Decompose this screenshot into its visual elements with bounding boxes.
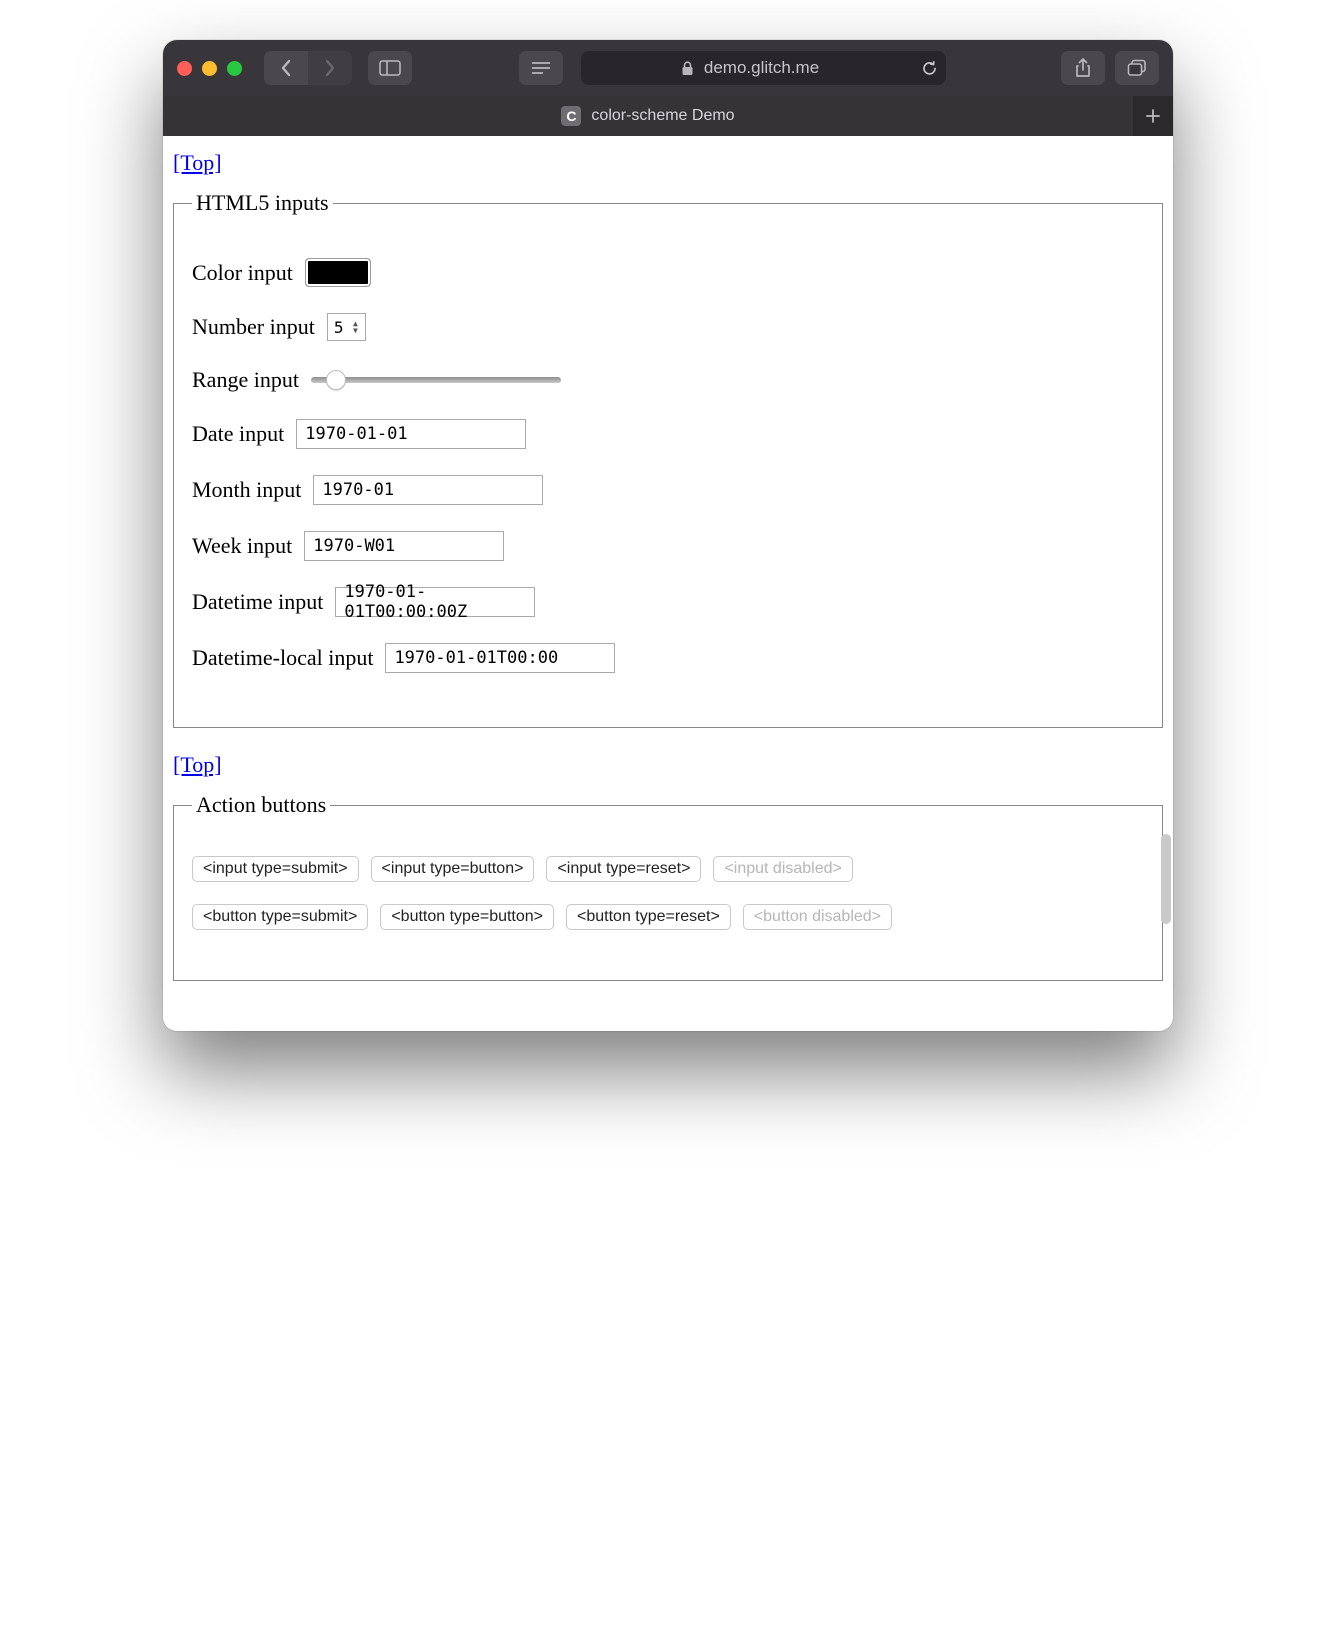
datetime-local-input-label: Datetime-local input [192,645,373,671]
range-input-label: Range input [192,367,299,393]
tab-bar: C color-scheme Demo [163,96,1173,136]
input-button-button[interactable]: <input type=button> [371,856,535,882]
chevron-down-icon[interactable]: ▼ [353,327,358,334]
reader-button[interactable] [519,51,563,85]
fieldset-html5-inputs: HTML5 inputs Color input Number input 5 … [173,190,1163,728]
legend-html5-inputs: HTML5 inputs [192,190,333,216]
new-tab-button[interactable] [1133,96,1173,136]
close-window-button[interactable] [177,61,192,76]
month-input-label: Month input [192,477,301,503]
week-input-value: 1970-W01 [313,536,395,556]
tab-title: color-scheme Demo [591,107,734,125]
lock-icon [681,61,694,76]
number-stepper[interactable]: ▲ ▼ [347,320,363,334]
window-controls [177,61,242,76]
top-link[interactable]: [Top] [173,150,222,176]
nav-buttons [264,51,352,85]
input-submit-button[interactable]: <input type=submit> [192,856,359,882]
month-input-value: 1970-01 [322,480,394,500]
range-thumb[interactable] [326,370,346,390]
color-input-label: Color input [192,260,293,286]
minimize-window-button[interactable] [202,61,217,76]
datetime-input-value: 1970-01-01T00:00:00Z [344,582,526,622]
sidebar-toggle-button[interactable] [368,51,412,85]
month-input[interactable]: 1970-01 [313,475,543,505]
week-input-label: Week input [192,533,292,559]
forward-button[interactable] [308,51,352,85]
browser-window: demo.glitch.me C color-scheme Demo [Top]… [163,40,1173,1031]
button-button-button[interactable]: <button type=button> [380,904,554,930]
tab-favicon: C [561,106,581,126]
reload-icon[interactable] [921,60,938,77]
address-bar[interactable]: demo.glitch.me [581,51,946,85]
legend-action-buttons: Action buttons [192,792,330,818]
browser-tab[interactable]: C color-scheme Demo [163,96,1133,136]
back-button[interactable] [264,51,308,85]
input-disabled-button: <input disabled> [713,856,852,882]
scrollbar-thumb[interactable] [1161,834,1171,924]
button-disabled-button: <button disabled> [743,904,892,930]
datetime-local-input[interactable]: 1970-01-01T00:00 [385,643,615,673]
fieldset-action-buttons: Action buttons <input type=submit> <inpu… [173,792,1163,981]
range-input[interactable] [311,377,561,383]
button-submit-button[interactable]: <button type=submit> [192,904,368,930]
page-content: [Top] HTML5 inputs Color input Number in… [163,136,1173,1031]
date-input[interactable]: 1970-01-01 [296,419,526,449]
number-input-label: Number input [192,314,315,340]
number-input[interactable]: 5 ▲ ▼ [327,313,367,341]
input-reset-button[interactable]: <input type=reset> [546,856,701,882]
maximize-window-button[interactable] [227,61,242,76]
button-reset-button[interactable]: <button type=reset> [566,904,731,930]
datetime-local-input-value: 1970-01-01T00:00 [394,648,558,668]
address-text: demo.glitch.me [704,58,819,78]
share-button[interactable] [1061,51,1105,85]
top-link[interactable]: [Top] [173,752,222,778]
date-input-label: Date input [192,421,284,447]
tab-overview-button[interactable] [1115,51,1159,85]
number-input-value: 5 [334,318,344,337]
date-input-value: 1970-01-01 [305,424,407,444]
browser-toolbar: demo.glitch.me [163,40,1173,96]
week-input[interactable]: 1970-W01 [304,531,504,561]
color-input[interactable] [305,258,371,287]
datetime-input[interactable]: 1970-01-01T00:00:00Z [335,587,535,617]
datetime-input-label: Datetime input [192,589,323,615]
